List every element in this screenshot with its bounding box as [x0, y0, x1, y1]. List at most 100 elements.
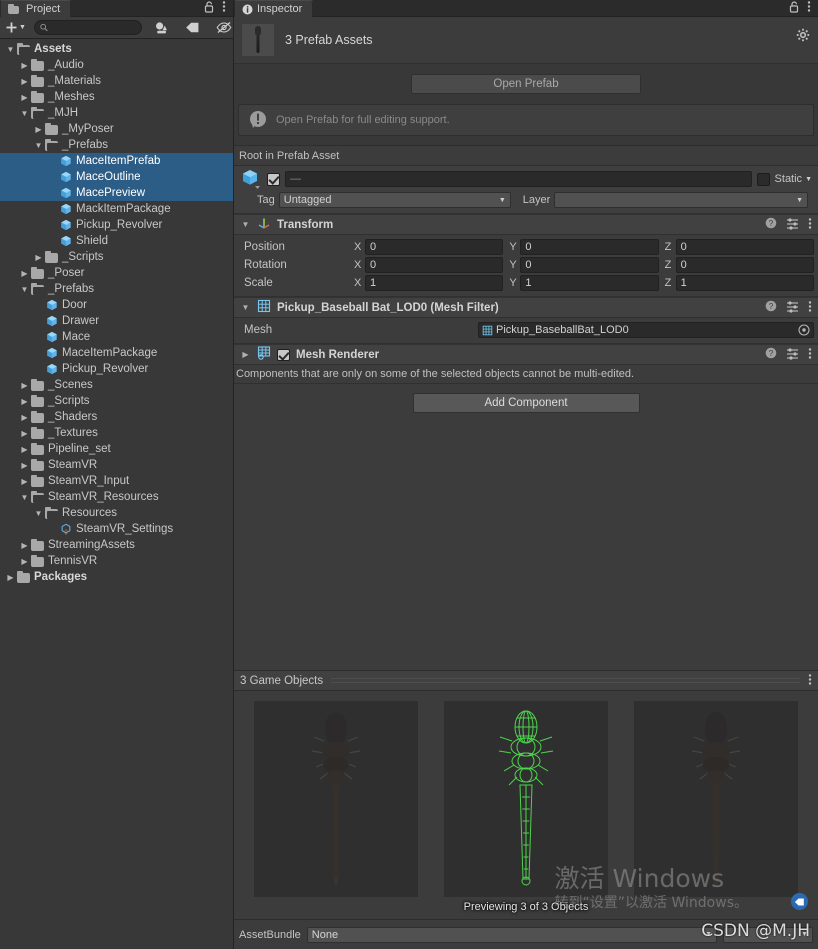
chevron-down-icon[interactable]: ▼ — [18, 493, 31, 502]
tree-item-mjh[interactable]: ▼ _MJH — [0, 105, 233, 121]
position-z-field[interactable]: 0 — [675, 239, 814, 255]
chevron-right-icon[interactable]: ▶ — [18, 445, 31, 454]
tree-item-tennisvr[interactable]: ▶ TennisVR — [0, 553, 233, 569]
tree-item-steamvr-resources[interactable]: ▼ SteamVR_Resources — [0, 489, 233, 505]
preview-header[interactable]: 3 Game Objects — [234, 670, 818, 691]
mesh-object-field[interactable]: Pickup_BaseballBat_LOD0 — [478, 322, 814, 338]
tree-item-audio[interactable]: ▶ _Audio — [0, 57, 233, 73]
scale-x-field[interactable]: 1 — [365, 275, 504, 291]
tree-item-packages[interactable]: ▶ Packages — [0, 569, 233, 585]
tab-inspector[interactable]: Inspector — [234, 0, 314, 17]
kebab-menu-icon[interactable] — [222, 0, 226, 16]
gear-icon[interactable] — [796, 28, 810, 45]
kebab-menu-icon[interactable] — [808, 300, 812, 316]
assetbundle-variant-dropdown[interactable]: ▼ — [723, 926, 813, 943]
chevron-right-icon[interactable]: ▶ — [18, 381, 31, 390]
tree-item-pipeline-set[interactable]: ▶ Pipeline_set — [0, 441, 233, 457]
tree-item-scripts[interactable]: ▶ _Scripts — [0, 393, 233, 409]
tree-item-resources[interactable]: ▼ Resources — [0, 505, 233, 521]
rotation-y-field[interactable]: 0 — [520, 257, 659, 273]
chevron-down-icon[interactable]: ▼ — [18, 109, 31, 118]
kebab-menu-icon[interactable] — [807, 0, 811, 16]
position-y-field[interactable]: 0 — [520, 239, 659, 255]
open-prefab-button[interactable]: Open Prefab — [411, 74, 641, 94]
chevron-down-icon[interactable]: ▼ — [32, 141, 45, 150]
tree-item-poser[interactable]: ▶ _Poser — [0, 265, 233, 281]
mesh-renderer-enabled-checkbox[interactable] — [277, 348, 290, 361]
search-input[interactable] — [50, 22, 136, 33]
gameobject-prefab-icon[interactable] — [240, 168, 262, 190]
chevron-right-icon[interactable]: ▶ — [18, 557, 31, 566]
kebab-menu-icon[interactable] — [808, 217, 812, 233]
kebab-menu-icon[interactable] — [808, 673, 812, 689]
chevron-down-icon[interactable]: ▼ — [18, 285, 31, 294]
lock-icon[interactable] — [204, 0, 215, 16]
chevron-right-icon[interactable]: ▶ — [18, 269, 31, 278]
tree-item-pickup-revolver[interactable]: Pickup_Revolver — [0, 361, 233, 377]
chevron-right-icon[interactable]: ▶ — [18, 461, 31, 470]
help-icon[interactable]: ? — [765, 347, 777, 362]
tree-item-prefabs[interactable]: ▼ _Prefabs — [0, 137, 233, 153]
tree-item-pickup-revolver[interactable]: Pickup_Revolver — [0, 217, 233, 233]
static-dropdown[interactable]: Static ▼ — [775, 173, 812, 185]
preset-icon[interactable] — [786, 217, 799, 233]
chevron-right-icon[interactable]: ▶ — [32, 125, 45, 134]
tree-item-assets[interactable]: ▼ Assets — [0, 41, 233, 57]
tree-item-macepreview[interactable]: MacePreview — [0, 185, 233, 201]
component-header-transform[interactable]: ▼ Transform ? — [234, 214, 818, 235]
position-x-field[interactable]: 0 — [365, 239, 504, 255]
tree-item-streamingassets[interactable]: ▶ StreamingAssets — [0, 537, 233, 553]
create-asset-button[interactable]: ▼ — [2, 19, 30, 36]
gameobject-name-field[interactable]: — — [285, 171, 752, 187]
tree-item-mackitempackage[interactable]: MackItemPackage — [0, 201, 233, 217]
chevron-right-icon[interactable]: ▶ — [18, 477, 31, 486]
tree-item-scripts[interactable]: ▶ _Scripts — [0, 249, 233, 265]
add-component-button[interactable]: Add Component — [412, 393, 640, 413]
preview-thumbnail-0[interactable] — [254, 701, 418, 897]
chevron-right-icon[interactable]: ▶ — [4, 573, 17, 582]
foldout-arrow-icon[interactable]: ▼ — [240, 303, 251, 312]
tree-item-meshes[interactable]: ▶ _Meshes — [0, 89, 233, 105]
project-asset-tree[interactable]: ▼ Assets ▶ _Audio ▶ _Materials ▶ _Meshes ▼ _MJH ▶ _… — [0, 39, 233, 949]
chevron-down-icon[interactable]: ▼ — [4, 45, 17, 54]
search-box[interactable] — [33, 20, 142, 35]
tree-item-prefabs[interactable]: ▼ _Prefabs — [0, 281, 233, 297]
gameobject-enabled-checkbox[interactable] — [267, 172, 280, 186]
tree-item-mace[interactable]: Mace — [0, 329, 233, 345]
tree-item-maceoutline[interactable]: MaceOutline — [0, 169, 233, 185]
scale-z-field[interactable]: 1 — [675, 275, 814, 291]
chevron-down-icon[interactable]: ▼ — [32, 509, 45, 518]
filter-by-type-button[interactable] — [150, 19, 173, 36]
help-icon[interactable]: ? — [765, 300, 777, 315]
chevron-right-icon[interactable]: ▶ — [18, 397, 31, 406]
chevron-right-icon[interactable]: ▶ — [18, 93, 31, 102]
preview-thumbnail-2[interactable] — [634, 701, 798, 897]
tree-item-maceitempackage[interactable]: MaceItemPackage — [0, 345, 233, 361]
rotation-z-field[interactable]: 0 — [675, 257, 814, 273]
tree-item-drawer[interactable]: Drawer — [0, 313, 233, 329]
tree-item-shield[interactable]: Shield — [0, 233, 233, 249]
preset-icon[interactable] — [786, 300, 799, 316]
chevron-right-icon[interactable]: ▶ — [32, 253, 45, 262]
lock-icon[interactable] — [789, 0, 800, 16]
tree-item-myposer[interactable]: ▶ _MyPoser — [0, 121, 233, 137]
tree-item-maceitemprefab[interactable]: MaceItemPrefab — [0, 153, 233, 169]
foldout-arrow-icon[interactable]: ▼ — [240, 220, 251, 229]
rotation-x-field[interactable]: 0 — [365, 257, 504, 273]
component-header-mesh-filter[interactable]: ▼ Pickup_Baseball Bat_LOD0 (Mesh Filter)… — [234, 297, 818, 318]
foldout-arrow-icon[interactable]: ▶ — [240, 350, 251, 359]
tree-item-textures[interactable]: ▶ _Textures — [0, 425, 233, 441]
chevron-right-icon[interactable]: ▶ — [18, 429, 31, 438]
preview-thumbnail-1[interactable] — [444, 701, 608, 897]
object-picker-icon[interactable] — [798, 324, 810, 336]
filter-by-label-button[interactable] — [181, 19, 204, 36]
kebab-menu-icon[interactable] — [808, 347, 812, 363]
chevron-right-icon[interactable]: ▶ — [18, 541, 31, 550]
chevron-right-icon[interactable]: ▶ — [18, 61, 31, 70]
scale-y-field[interactable]: 1 — [520, 275, 659, 291]
tree-item-steamvr[interactable]: ▶ SteamVR — [0, 457, 233, 473]
tree-item-steamvr-input[interactable]: ▶ SteamVR_Input — [0, 473, 233, 489]
tree-item-steamvr-settings[interactable]: {} SteamVR_Settings — [0, 521, 233, 537]
help-icon[interactable]: ? — [765, 217, 777, 232]
static-checkbox[interactable] — [756, 172, 770, 186]
